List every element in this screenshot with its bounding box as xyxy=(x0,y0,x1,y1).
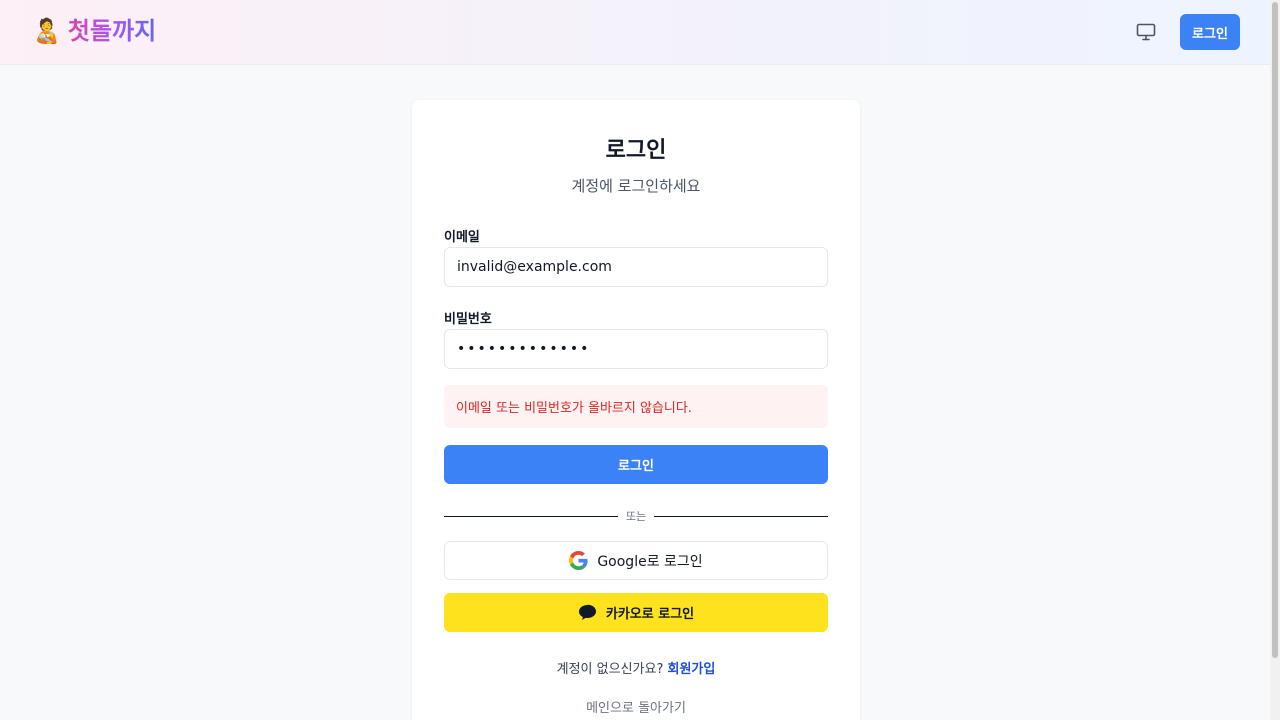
back-to-main-link[interactable]: 메인으로 돌아가기 xyxy=(412,697,860,716)
brand-title: 첫돌까지 xyxy=(68,14,156,48)
kakao-login-button[interactable]: 카카오로 로그인 xyxy=(444,593,828,632)
chat-bubble-icon xyxy=(578,604,596,621)
email-field[interactable]: invalid@example.com xyxy=(444,247,828,287)
signup-prompt: 계정이 없으신가요? xyxy=(556,662,668,677)
or-divider: 또는 xyxy=(444,506,828,526)
monitor-icon xyxy=(1136,23,1156,41)
divider-line-left xyxy=(444,515,618,517)
site-header: 🧑‍🍼 첫돌까지 로그인 xyxy=(0,0,1270,65)
email-label: 이메일 xyxy=(444,230,480,245)
email-value: invalid@example.com xyxy=(457,259,612,275)
divider-text: 또는 xyxy=(625,510,647,523)
signup-prompt-row: 계정이 없으신가요? 회원가입 xyxy=(412,658,860,677)
signup-link[interactable]: 회원가입 xyxy=(668,662,716,677)
page-subtitle: 계정에 로그인하세요 xyxy=(571,177,701,195)
theme-toggle-button[interactable] xyxy=(1133,20,1159,44)
login-card: 로그인 계정에 로그인하세요 이메일 invalid@example.com 비… xyxy=(412,100,860,720)
kakao-login-label: 카카오로 로그인 xyxy=(605,607,695,622)
password-field[interactable]: ••••••••••••• xyxy=(444,329,828,369)
google-icon xyxy=(569,551,588,570)
password-label: 비밀번호 xyxy=(444,312,492,327)
baby-emoji-icon: 🧑‍🍼 xyxy=(32,17,62,45)
divider-line-right xyxy=(654,515,828,517)
error-message: 이메일 또는 비밀번호가 올바르지 않습니다. xyxy=(456,401,692,416)
scrollbar-thumb[interactable] xyxy=(1272,2,1278,658)
page-title: 로그인 xyxy=(605,138,667,163)
error-alert: 이메일 또는 비밀번호가 올바르지 않습니다. xyxy=(444,385,828,428)
google-login-button[interactable]: Google로 로그인 xyxy=(444,541,828,580)
brand-logo[interactable]: 🧑‍🍼 첫돌까지 xyxy=(32,14,156,48)
password-value: ••••••••••••• xyxy=(457,341,591,357)
google-login-label: Google로 로그인 xyxy=(597,553,703,570)
login-submit-button[interactable]: 로그인 xyxy=(444,445,828,484)
header-login-button[interactable]: 로그인 xyxy=(1180,14,1240,50)
